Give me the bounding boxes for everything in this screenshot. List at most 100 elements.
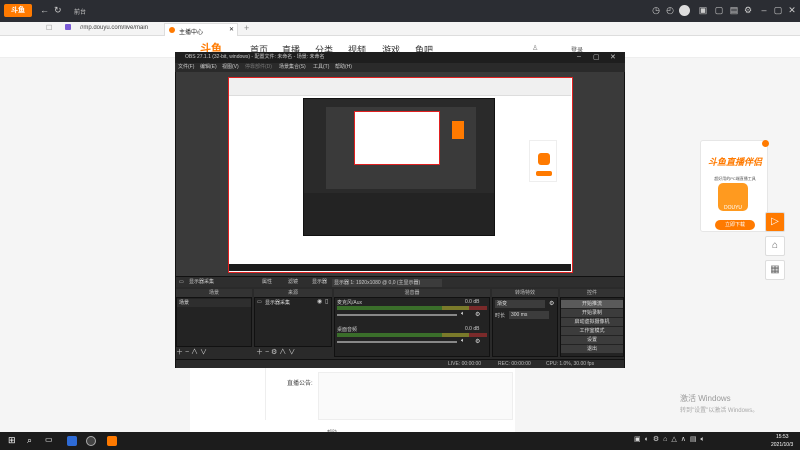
windows-start-icon[interactable]: ⊞ — [8, 435, 16, 446]
transition-select[interactable]: 渐变 — [495, 300, 545, 308]
menu-help[interactable]: 帮助(H) — [335, 63, 352, 72]
scene-up-icon[interactable]: ∧ — [191, 349, 198, 356]
tab-title: 主播中心 — [179, 30, 204, 36]
scene-item[interactable]: 场景 — [177, 299, 251, 307]
virtual-camera-button[interactable]: 启动虚拟摄像机 — [561, 318, 623, 326]
obs-close-icon[interactable]: ✕ — [610, 53, 616, 61]
shirt-icon[interactable]: ▣ — [697, 4, 709, 16]
user-icon[interactable]: ♙ — [532, 44, 538, 52]
history-icon[interactable]: ◴ — [664, 4, 676, 16]
browser-logo: 斗鱼 — [4, 4, 32, 17]
menu-edit[interactable]: 编辑(E) — [200, 63, 217, 72]
promo-logo: DOUYU — [718, 183, 748, 211]
menu-docks[interactable]: 停靠部件(D) — [245, 63, 272, 72]
start-streaming-button[interactable]: 开始推流 — [561, 300, 623, 308]
back-icon[interactable]: ← — [40, 5, 49, 15]
taskbar-app-browser-icon[interactable] — [67, 436, 77, 446]
mic-track-name: 麦克风/Aux — [337, 300, 363, 306]
add-scene-icon[interactable]: ＋ — [176, 349, 183, 356]
mic-speaker-icon[interactable]: 🔈︎ — [461, 311, 465, 318]
transition-settings-icon[interactable]: ⚙ — [549, 300, 554, 307]
activate-windows-sub: 转到"设置"以激活 Windows。 — [680, 408, 759, 414]
cpu-status: CPU: 1.0%, 30.00 fps — [546, 361, 595, 367]
promo-title: 斗鱼直播伴侣 — [707, 157, 762, 167]
desktop-settings-icon[interactable]: ⚙ — [475, 338, 480, 345]
taskbar-time[interactable]: 15:53 — [776, 434, 789, 440]
maximize-icon[interactable]: ▢ — [772, 4, 784, 16]
mixer-dock-title: 混音器 — [334, 289, 490, 297]
properties-button[interactable]: 属性 — [262, 277, 272, 288]
refresh-icon[interactable]: ↻ — [54, 5, 62, 16]
source-up-icon[interactable]: ∧ — [279, 349, 286, 356]
filters-button[interactable]: 滤镜 — [288, 277, 298, 288]
obs-maximize-icon[interactable]: ▢ — [593, 53, 600, 61]
obs-minimize-icon[interactable]: – — [577, 53, 581, 60]
menu-view[interactable]: 视图(V) — [222, 63, 239, 72]
lock-icon[interactable]: ▯ — [325, 298, 328, 305]
source-toolbar: ▭ 显示器采集 属性 滤镜 显示器 显示器 1: 1920x1080 @ 0,0… — [176, 276, 624, 287]
taskbar-date[interactable]: 2021/10/3 — [771, 442, 793, 448]
audio-mixer: 麦克风/Aux 0.0 dB 🔈︎ ⚙ 桌面音频 0.0 dB 🔈︎ ⚙ — [334, 297, 490, 357]
desktop-speaker-icon[interactable]: 🔈︎ — [461, 338, 465, 345]
app-side-icon[interactable]: ▦ — [765, 260, 785, 280]
visibility-eye-icon[interactable]: ◉ — [317, 298, 322, 305]
promo-card[interactable]: 斗鱼直播伴侣 超好用的PC端直播工具 DOUYU 立即下载 — [700, 140, 769, 232]
tab-close-icon[interactable]: ✕ — [229, 26, 234, 33]
home-side-icon[interactable]: ⌂ — [765, 236, 785, 256]
taskbar-obs-icon[interactable] — [86, 436, 96, 446]
start-recording-button[interactable]: 开始录制 — [561, 309, 623, 317]
duration-input[interactable]: 300 ms — [509, 311, 549, 319]
desktop-volume-slider[interactable] — [337, 341, 457, 343]
source-settings-icon[interactable]: ⚙ — [271, 349, 277, 356]
new-tab-icon[interactable]: + — [244, 23, 249, 33]
sources-dock-title: 来源 — [254, 289, 332, 297]
display-select[interactable]: 显示器 1: 1920x1080 @ 0,0 (主显示器) — [332, 279, 442, 287]
nested-preview — [326, 107, 476, 189]
taskbar-douyu-icon[interactable] — [107, 436, 117, 446]
obs-statusbar: LIVE: 00:00:00 REC: 00:00:00 CPU: 1.0%, … — [176, 359, 624, 368]
promo-close-icon[interactable] — [762, 140, 769, 147]
desktop-track-db: 0.0 dB — [465, 326, 480, 332]
sources-list[interactable]: ▭ 显示器采集 ◉ ▯ — [254, 297, 332, 347]
taskbar-search-icon[interactable]: ⌕ — [27, 435, 32, 446]
mic-settings-icon[interactable]: ⚙ — [475, 311, 480, 318]
transitions-panel: 渐变 ⚙ 时长 300 ms — [492, 297, 558, 357]
avatar[interactable] — [679, 5, 690, 16]
display-capture-preview[interactable] — [228, 77, 573, 273]
settings-icon[interactable]: ⚙ — [742, 4, 754, 16]
remove-scene-icon[interactable]: − — [185, 349, 189, 356]
studio-mode-button[interactable]: 工作室模式 — [561, 327, 623, 335]
bag-icon[interactable]: ▤ — [728, 4, 740, 16]
capture-taskbar — [229, 264, 571, 271]
box-icon[interactable]: ▢ — [713, 4, 725, 16]
announce-input[interactable] — [318, 372, 513, 420]
close-icon[interactable]: ✕ — [786, 4, 798, 16]
menu-scene-collection[interactable]: 场景集合(S) — [279, 63, 306, 72]
menu-tools[interactable]: 工具(T) — [313, 63, 329, 72]
tab-active[interactable]: 主播中心 ✕ — [164, 23, 238, 36]
source-down-icon[interactable]: ∨ — [288, 349, 295, 356]
nav-label: 前台 — [74, 10, 87, 16]
settings-button[interactable]: 设置 — [561, 336, 623, 344]
tray-icons[interactable]: ▣◐⚙⌂△∧▤🔈︎ — [634, 435, 709, 444]
live-status: LIVE: 00:00:00 — [448, 361, 482, 367]
clock-icon[interactable]: ◷ — [650, 4, 662, 16]
source-item[interactable]: 显示器采集 — [265, 299, 290, 307]
duration-label: 时长 — [495, 313, 506, 319]
minimize-icon[interactable]: – — [758, 4, 770, 16]
play-side-icon[interactable]: ▷ — [765, 212, 785, 232]
mic-volume-slider[interactable] — [337, 314, 457, 316]
bookmark-icon[interactable]: ☐ — [46, 24, 52, 32]
menu-file[interactable]: 文件(F) — [178, 63, 194, 72]
capture-promo-logo — [538, 153, 550, 165]
remove-source-icon[interactable]: − — [265, 349, 269, 356]
add-source-icon[interactable]: ＋ — [256, 349, 263, 356]
address-field[interactable]: //mp.douyu.com/live/main — [80, 25, 160, 31]
mic-track-db: 0.0 dB — [465, 299, 480, 305]
exit-button[interactable]: 退出 — [561, 345, 623, 353]
rec-status: REC: 00:00:00 — [498, 361, 531, 367]
scenes-list[interactable]: 场景 — [176, 297, 252, 347]
promo-download-button[interactable]: 立即下载 — [715, 220, 755, 230]
task-view-icon[interactable]: ▭ — [45, 435, 53, 444]
scene-down-icon[interactable]: ∨ — [200, 349, 207, 356]
